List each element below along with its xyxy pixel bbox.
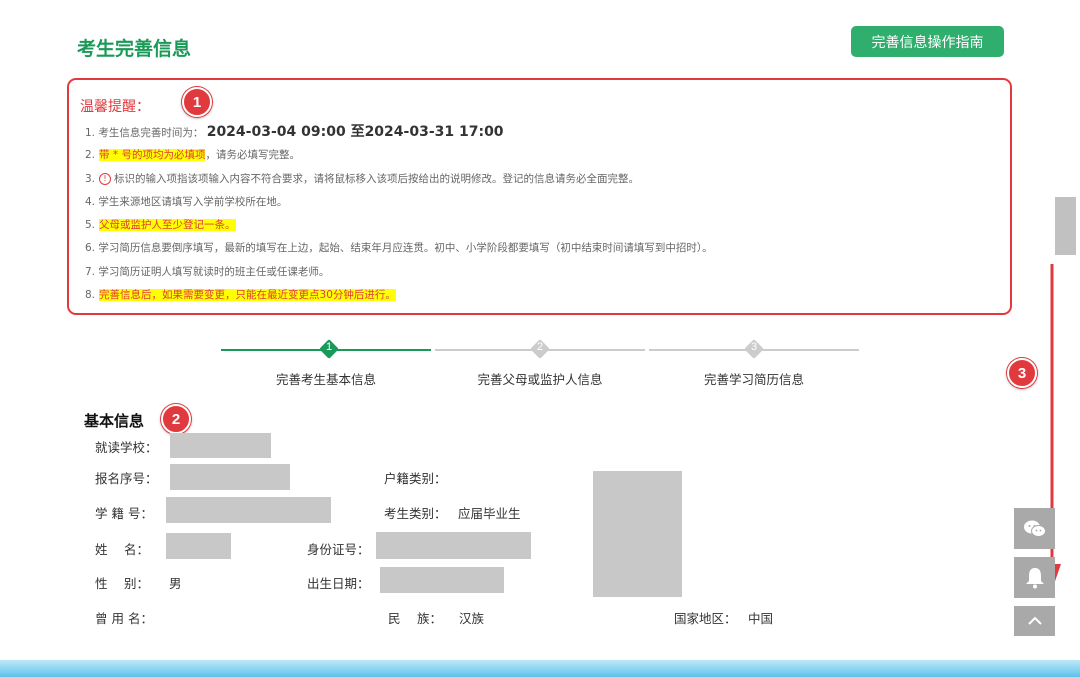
exam-type-value: 应届毕业生 bbox=[458, 506, 521, 521]
notice-item-3: 3.! 标识的输入项指该项输入内容不符合要求，请将鼠标移入该项后按给出的说明修改。… bbox=[85, 168, 713, 191]
notice-list: 1. 考生信息完善时间为： 2024-03-04 09:00 至2024-03-… bbox=[85, 121, 713, 307]
photo-redacted bbox=[593, 471, 682, 597]
notice-item-2: 2. 带 * 号的项均为必填项，请务必填写完整。 bbox=[85, 144, 713, 167]
annotation-badge-3: 3 bbox=[1007, 358, 1037, 388]
birth-date-value-redacted bbox=[380, 567, 504, 593]
notice-title: 温馨提醒： bbox=[80, 99, 150, 115]
id-number-value-redacted bbox=[376, 532, 531, 559]
student-no-label: 学 籍 号： bbox=[95, 506, 153, 521]
annotation-badge-1: 1 bbox=[182, 87, 212, 117]
scrollbar-thumb[interactable] bbox=[1055, 197, 1076, 255]
notice-item-5-num: 5. bbox=[85, 219, 96, 232]
student-no-value-redacted bbox=[166, 497, 331, 523]
gender-value: 男 bbox=[169, 576, 182, 591]
school-label: 就读学校： bbox=[95, 440, 158, 455]
country-value: 中国 bbox=[748, 611, 774, 626]
basic-info-title: 基本信息 bbox=[84, 412, 145, 430]
step-1-label[interactable]: 完善考生基本信息 bbox=[276, 369, 376, 388]
gender-label: 性 别： bbox=[95, 576, 149, 591]
ethnicity-value: 汉族 bbox=[459, 611, 485, 626]
notice-item-2-rest: ，请务必填写完整。 bbox=[205, 149, 300, 162]
notice-item-3-text: 标识的输入项指该项输入内容不符合要求，请将鼠标移入该项后按给出的说明修改。登记的… bbox=[114, 172, 640, 185]
school-value-redacted bbox=[170, 433, 271, 458]
notice-item-5: 5. 父母或监护人至少登记一条。 bbox=[85, 214, 713, 237]
notification-button[interactable] bbox=[1014, 557, 1055, 598]
guide-button[interactable]: 完善信息操作指南 bbox=[851, 26, 1004, 57]
hukou-label: 户籍类别： bbox=[384, 471, 447, 486]
page-title: 考生完善信息 bbox=[77, 38, 192, 60]
annotation-badge-2: 2 bbox=[161, 404, 191, 434]
bell-icon bbox=[1025, 567, 1044, 588]
name-value-redacted bbox=[166, 533, 231, 559]
step-3-label[interactable]: 完善学习简历信息 bbox=[704, 369, 804, 388]
step-1-number: 1 bbox=[325, 341, 333, 353]
notice-item-1-prefix: 1. 考生信息完善时间为： bbox=[85, 127, 204, 139]
notice-item-7: 7. 学习简历证明人填写就读时的班主任或任课老师。 bbox=[85, 265, 330, 278]
notice-item-1: 1. 考生信息完善时间为： 2024-03-04 09:00 至2024-03-… bbox=[85, 121, 713, 144]
birth-date-label: 出生日期： bbox=[307, 576, 370, 591]
notice-item-3-num: 3. bbox=[85, 172, 96, 185]
notice-item-8: 8. 完善信息后，如果需要变更，只能在最近变更点30分钟后进行。 bbox=[85, 284, 713, 307]
warning-icon: ! bbox=[99, 172, 112, 185]
notice-item-5-highlight: 父母或监护人至少登记一条。 bbox=[99, 219, 236, 232]
id-number-label: 身份证号： bbox=[307, 542, 370, 557]
notice-item-4: 4. 学生来源地区请填写入学前学校所在地。 bbox=[85, 195, 288, 208]
reg-no-label: 报名序号： bbox=[95, 471, 158, 486]
notice-item-8-num: 8. bbox=[85, 289, 96, 302]
former-name-label: 曾 用 名： bbox=[95, 611, 153, 626]
name-label: 姓 名： bbox=[95, 542, 149, 557]
exam-type-label: 考生类别： bbox=[384, 506, 447, 521]
step-3-number: 3 bbox=[750, 341, 758, 353]
wechat-icon bbox=[1023, 520, 1046, 537]
bottom-bar bbox=[0, 660, 1080, 677]
step-2-label[interactable]: 完善父母或监护人信息 bbox=[477, 369, 602, 388]
wechat-button[interactable] bbox=[1014, 508, 1055, 549]
country-label: 国家地区： bbox=[674, 611, 737, 626]
reg-no-value-redacted bbox=[170, 464, 290, 490]
ethnicity-label: 民 族： bbox=[388, 611, 442, 626]
step-2-number: 2 bbox=[536, 341, 544, 353]
notice-item-6: 6. 学习简历信息要倒序填写，最新的填写在上边，起始、结束年月应连贯。初中、小学… bbox=[85, 242, 713, 255]
chevron-up-icon bbox=[1027, 616, 1042, 625]
notice-item-2-num: 2. bbox=[85, 149, 96, 162]
notice-box: 温馨提醒： 1. 考生信息完善时间为： 2024-03-04 09:00 至20… bbox=[67, 78, 1012, 315]
back-to-top-button[interactable] bbox=[1014, 606, 1055, 636]
notice-item-1-time: 2024-03-04 09:00 至2024-03-31 17:00 bbox=[206, 124, 504, 140]
notice-item-8-highlight: 完善信息后，如果需要变更，只能在最近变更点30分钟后进行。 bbox=[99, 289, 396, 302]
notice-item-2-highlight: 带 * 号的项均为必填项 bbox=[99, 149, 206, 162]
